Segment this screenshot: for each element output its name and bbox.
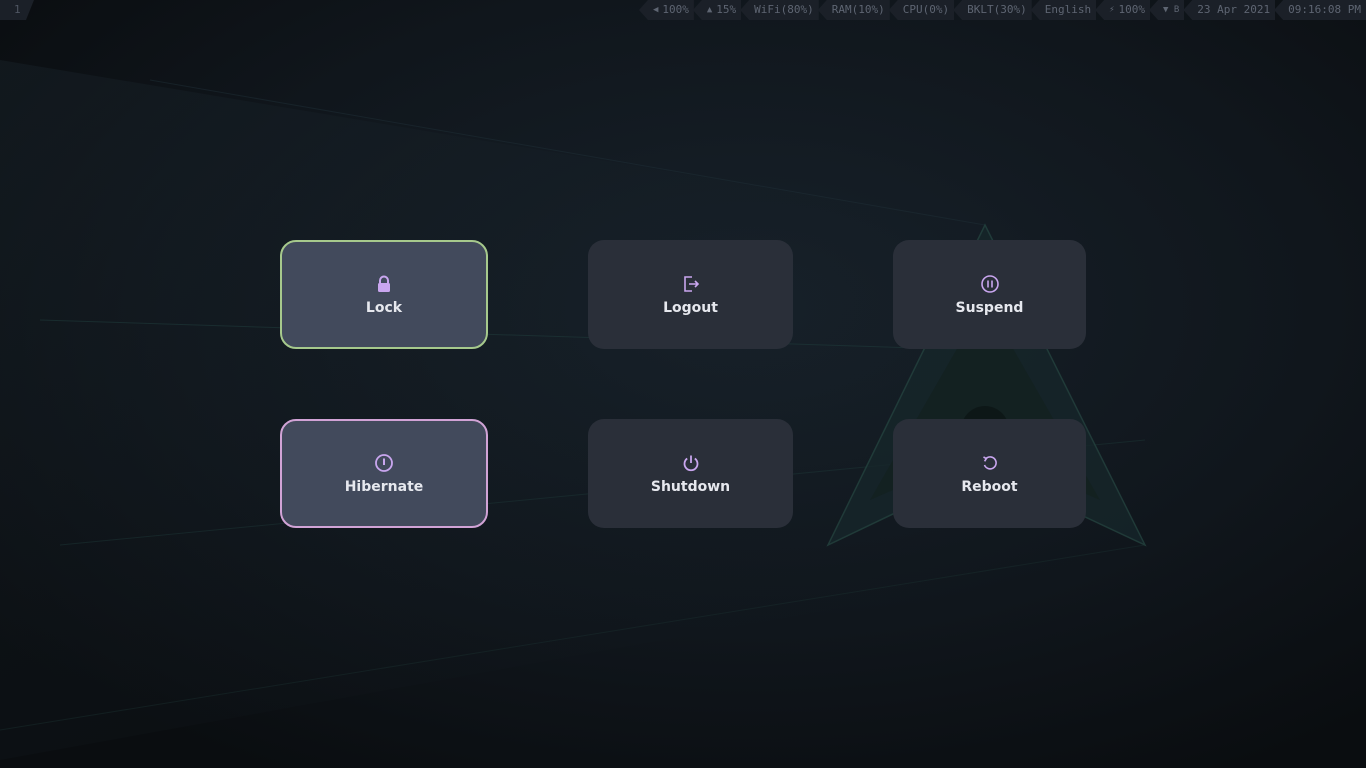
backlight-value: BKLT(30%) xyxy=(967,3,1027,16)
flame-icon: ▲ xyxy=(706,5,713,15)
volume-icon: ◀ xyxy=(652,5,659,15)
cpu-value: CPU(0%) xyxy=(902,3,950,16)
restart-icon xyxy=(982,455,997,470)
pause-circle-icon xyxy=(980,274,999,293)
workspace-number: 1 xyxy=(14,3,21,16)
module-ram[interactable]: RAM(10%) xyxy=(817,0,890,20)
ram-value: RAM(10%) xyxy=(831,3,885,16)
reboot-label: Reboot xyxy=(961,478,1018,495)
module-keyboard-layout[interactable]: English xyxy=(1030,0,1097,20)
date-value: 23 Apr 2021 xyxy=(1197,3,1271,16)
logout-label: Logout xyxy=(663,299,718,316)
keyboard-layout-value: English xyxy=(1044,3,1092,16)
suspend-label: Suspend xyxy=(955,299,1024,316)
shutdown-label: Shutdown xyxy=(650,478,731,495)
logout-button[interactable]: Logout xyxy=(588,240,793,349)
module-backlight[interactable]: BKLT(30%) xyxy=(953,0,1032,20)
module-volume[interactable]: ◀ 100% xyxy=(638,0,694,20)
reboot-button[interactable]: Reboot xyxy=(893,419,1086,528)
status-modules: ◀ 100% ▲ 15% WiFi(80%) RAM(10%) CPU(0%) … xyxy=(638,0,1366,20)
suspend-button[interactable]: Suspend xyxy=(893,240,1086,349)
module-wifi[interactable]: WiFi(80%) xyxy=(740,0,819,20)
module-temperature[interactable]: ▲ 15% xyxy=(692,0,742,20)
wallpaper xyxy=(0,0,1366,768)
hibernate-icon xyxy=(375,453,393,472)
logout-icon xyxy=(683,275,699,292)
module-clock[interactable]: 09:16:08 PM xyxy=(1274,0,1366,20)
battery-value: 100% xyxy=(1118,3,1146,16)
wifi-value: WiFi(80%) xyxy=(754,3,814,16)
workspace-indicator[interactable]: 1 xyxy=(0,0,34,20)
power-icon xyxy=(683,455,698,471)
clock-value: 09:16:08 PM xyxy=(1288,3,1361,16)
shutdown-button[interactable]: Shutdown xyxy=(588,419,793,528)
volume-value: 100% xyxy=(662,3,689,16)
lock-icon xyxy=(378,275,390,292)
hibernate-label: Hibernate xyxy=(344,478,424,495)
temperature-value: 15% xyxy=(716,3,737,16)
lock-button[interactable]: Lock xyxy=(280,240,488,349)
top-status-bar: 1 ◀ 100% ▲ 15% WiFi(80%) RAM(10%) CPU(0%… xyxy=(0,0,1366,20)
module-network[interactable]: ▼ B xyxy=(1149,0,1185,20)
module-date[interactable]: 23 Apr 2021 xyxy=(1183,0,1276,20)
wifi-bluetooth-icon: ▼ B xyxy=(1163,5,1180,15)
hibernate-button[interactable]: Hibernate xyxy=(280,419,488,528)
module-cpu[interactable]: CPU(0%) xyxy=(888,0,955,20)
lock-label: Lock xyxy=(365,299,403,316)
battery-bolt-icon: ⚡ xyxy=(1109,5,1115,15)
module-battery[interactable]: ⚡ 100% xyxy=(1095,0,1151,20)
